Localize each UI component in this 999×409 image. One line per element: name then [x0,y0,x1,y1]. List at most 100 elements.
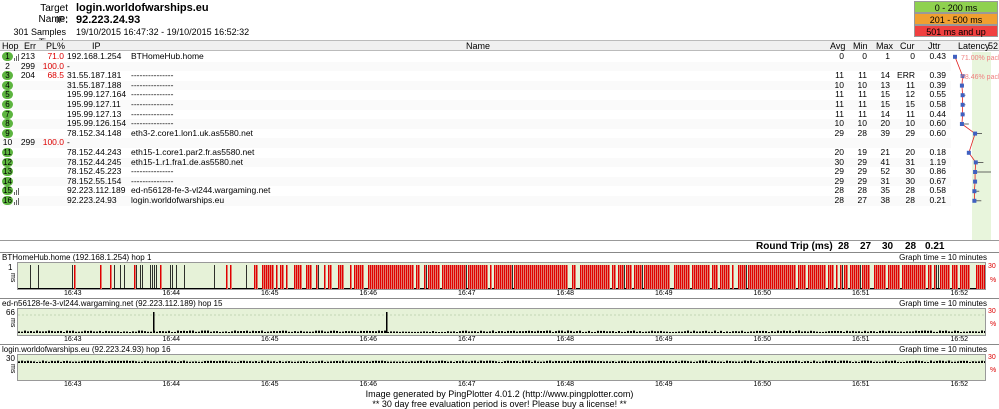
loss-bar [500,265,502,289]
latency-bar [351,360,353,363]
loss-bar [542,265,544,289]
latency-bar [783,361,785,363]
loss-bar [522,265,524,289]
latency-bar [453,331,455,333]
latency-bar [730,288,732,289]
latency-bar [777,330,779,333]
hop-row[interactable]: 9 78.152.34.148 eth3-2.core1.lon1.uk.as558… [0,128,999,139]
loss-bar [554,265,556,289]
latency-spike [512,265,513,289]
footer-license-notice: ** 30 day free evaluation period is over… [372,399,627,409]
latency-spike [466,265,467,289]
loss-bar [660,265,662,289]
loss-bar [720,265,722,289]
col-avg[interactable]: Avg [830,41,845,51]
latency-bar [284,288,286,289]
loss-bar [798,265,800,289]
graph-title-hop15: ed-n56128-fe-3-vl244.wargaming.net (92.2… [2,299,223,308]
col-jttr[interactable]: Jttr [928,41,941,51]
loss-bar [602,265,604,289]
loss-bar [496,265,498,289]
latency-bar [642,361,644,363]
col-cur[interactable]: Cur [900,41,915,51]
latency-bar [228,331,230,333]
latency-bar [897,331,899,333]
latency-bar [426,331,428,333]
latency-bar [76,288,78,289]
latency-bar [636,331,638,333]
latency-bar [255,331,257,333]
latency-bar [292,288,294,289]
latency-bar [690,331,692,333]
latency-bar [206,288,208,289]
latency-bar [789,330,791,333]
loss-bar [904,265,906,289]
loss-bar [350,265,352,289]
latency-bar [588,360,590,363]
latency-bar [242,288,244,289]
loss-bar [374,265,376,289]
latency-bar [330,330,332,333]
latency-bar [816,331,818,333]
loss-bar [400,265,402,289]
latency-bar [579,330,581,333]
latency-bar [260,288,262,289]
loss-bar [818,265,820,289]
loss-bar [620,265,622,289]
latency-bar [300,330,302,333]
latency-bar [786,360,788,363]
time-axis: 16:43 16:44 16:45 16:46 16:47 16:48 16:49 16:50… [17,381,986,389]
loss-bar [428,265,430,289]
latency-bar [342,331,344,333]
latency-bar [462,330,464,333]
loss-bar [592,265,594,289]
round-trip-label: Round Trip (ms) [756,241,833,252]
latency-bar [94,288,96,289]
latency-bar [189,361,191,363]
col-ip[interactable]: IP [92,41,101,51]
latency-bar [798,330,800,333]
latency-bar [237,331,239,333]
col-max[interactable]: Max [876,41,893,51]
latency-bar [82,288,84,289]
latency-bar [864,360,866,363]
col-name[interactable]: Name [466,41,490,51]
latency-spike [842,265,843,289]
latency-bar [675,360,677,363]
col-hop[interactable]: Hop [2,41,19,51]
hop-row[interactable]: 16 92.223.24.93 login.worldofwarships.eu 28… [0,195,999,206]
col-pl[interactable]: PL% [46,41,65,51]
latency-bar [795,360,797,363]
latency-bar [903,361,905,363]
latency-bar [855,331,857,333]
latency-bar [867,360,869,363]
hop-row[interactable]: 1 213 71.0 192.168.1.254 BTHomeHub.home 0 0 1 0 0… [0,51,999,62]
latency-bar [250,288,252,289]
latency-bar [372,360,374,363]
loss-bar [590,265,592,289]
latency-bar [369,361,371,363]
latency-bar [573,360,575,363]
latency-bar [171,360,173,363]
latency-point [973,160,978,165]
latency-bar [879,330,881,333]
round-trip-avg: 28 [838,241,850,252]
latency-bar [192,361,194,363]
latency-bar [116,288,118,289]
col-latency[interactable]: Latency [958,41,990,51]
loss-bar [846,265,848,289]
col-min[interactable]: Min [853,41,868,51]
loss-bar [444,265,446,289]
latency-bar [42,331,44,333]
latency-bar [279,360,281,363]
latency-bar [861,331,863,333]
time-axis: 16:43 16:44 16:45 16:46 16:47 16:48 16:49 16:50… [17,290,986,298]
loss-bar [454,265,456,289]
latency-point [953,54,957,59]
latency-bar [708,361,710,363]
loss-bar [824,265,826,289]
latency-spike [172,265,173,289]
col-err[interactable]: Err [24,41,36,51]
latency-bar [612,361,614,363]
latency-spike [124,265,125,289]
